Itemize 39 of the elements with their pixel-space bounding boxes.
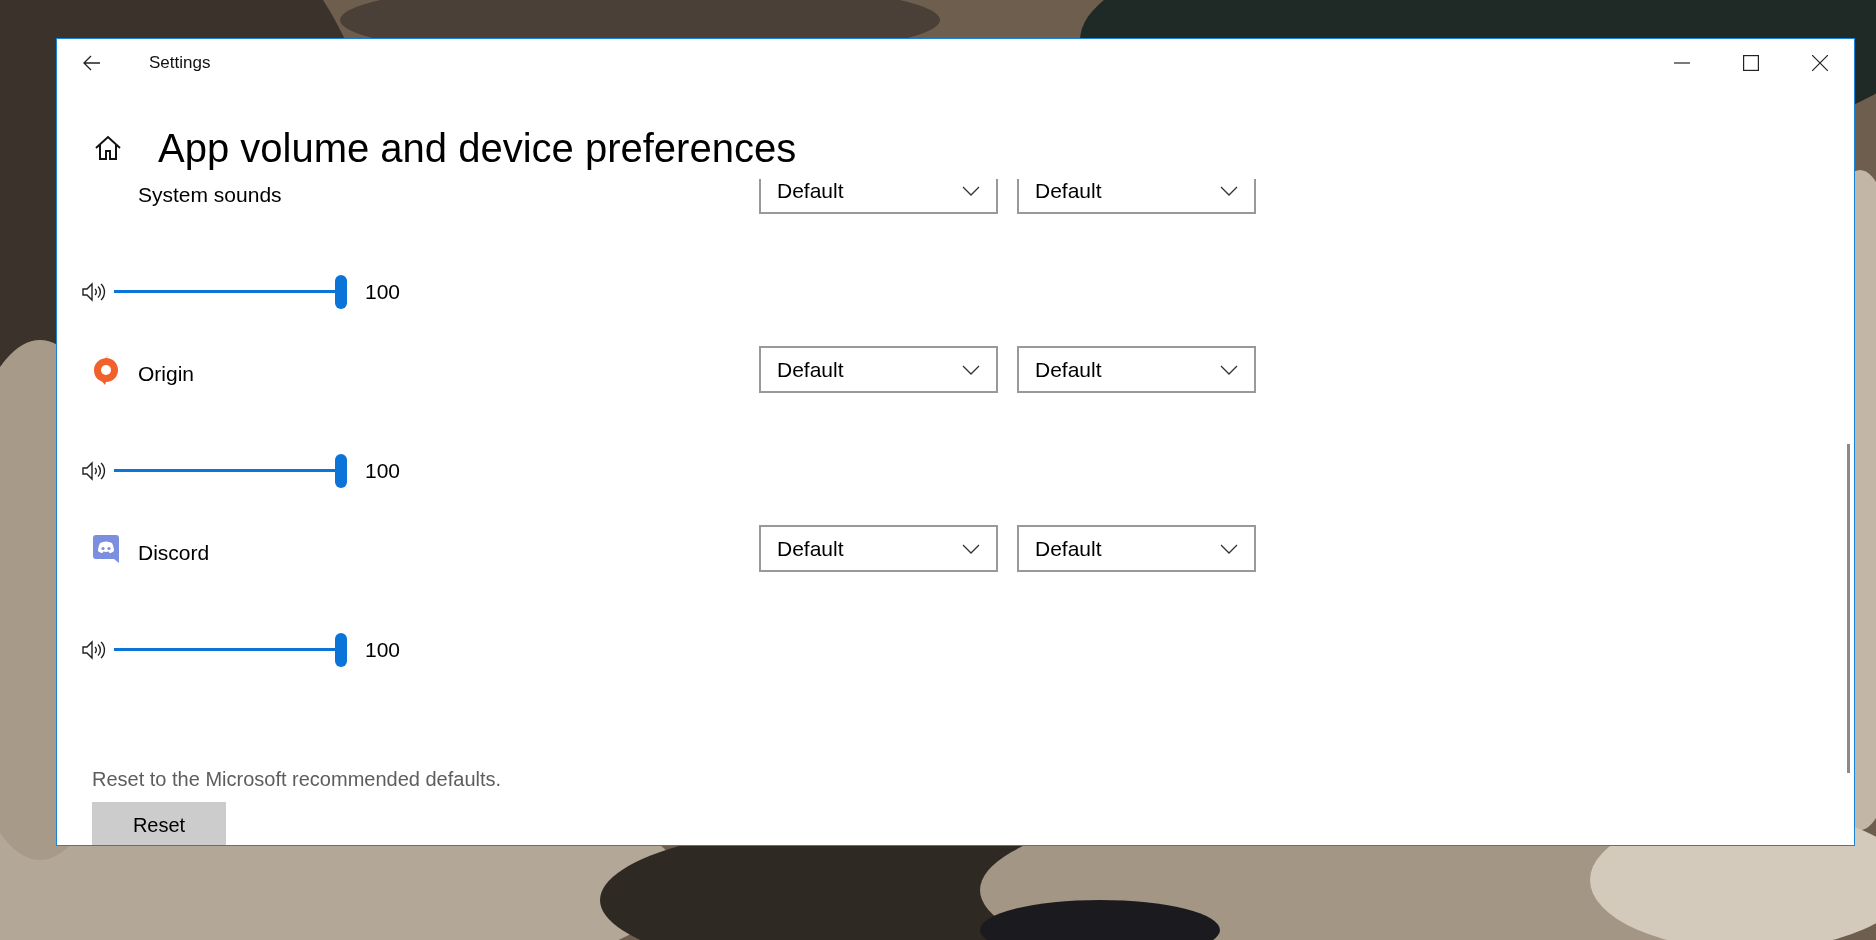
output-device-dropdown[interactable]: Default <box>759 179 998 214</box>
volume-value: 100 <box>365 459 401 483</box>
app-name: Discord <box>138 540 210 565</box>
input-device-dropdown[interactable]: Default <box>1017 179 1256 214</box>
app-icon <box>92 533 120 564</box>
output-device-dropdown[interactable]: Default <box>759 525 998 572</box>
back-arrow-icon <box>83 55 101 71</box>
chevron-down-icon <box>962 185 980 196</box>
speaker-icon <box>82 461 108 481</box>
speaker-icon <box>82 282 108 302</box>
input-device-dropdown[interactable]: Default <box>1017 346 1256 393</box>
app-name: System sounds <box>138 182 282 207</box>
scrollbar[interactable] <box>1847 444 1850 773</box>
slider-thumb[interactable] <box>335 275 347 309</box>
app-icon <box>92 354 120 385</box>
chevron-down-icon <box>962 364 980 375</box>
window-title: Settings <box>149 53 211 73</box>
output-device-dropdown[interactable]: Default <box>759 346 998 393</box>
volume-value: 100 <box>365 638 401 662</box>
volume-slider[interactable] <box>114 454 347 488</box>
reset-description: Reset to the Microsoft recommended defaults. <box>92 767 503 792</box>
chevron-down-icon <box>1220 364 1238 375</box>
minimize-icon <box>1673 62 1690 64</box>
slider-thumb[interactable] <box>335 633 347 667</box>
chevron-down-icon <box>1220 185 1238 196</box>
volume-slider[interactable] <box>114 275 347 309</box>
home-icon[interactable] <box>94 134 122 162</box>
slider-thumb[interactable] <box>335 454 347 488</box>
page-title: App volume and device preferences <box>158 125 797 171</box>
speaker-icon <box>82 640 108 660</box>
chevron-down-icon <box>1220 543 1238 554</box>
volume-slider[interactable] <box>114 633 347 667</box>
reset-button[interactable]: Reset <box>92 802 226 845</box>
input-device-dropdown[interactable]: Default <box>1017 525 1256 572</box>
volume-value: 100 <box>365 280 401 304</box>
close-icon <box>1811 55 1828 71</box>
chevron-down-icon <box>962 543 980 554</box>
maximize-icon <box>1742 55 1759 71</box>
app-name: Origin <box>138 361 195 386</box>
